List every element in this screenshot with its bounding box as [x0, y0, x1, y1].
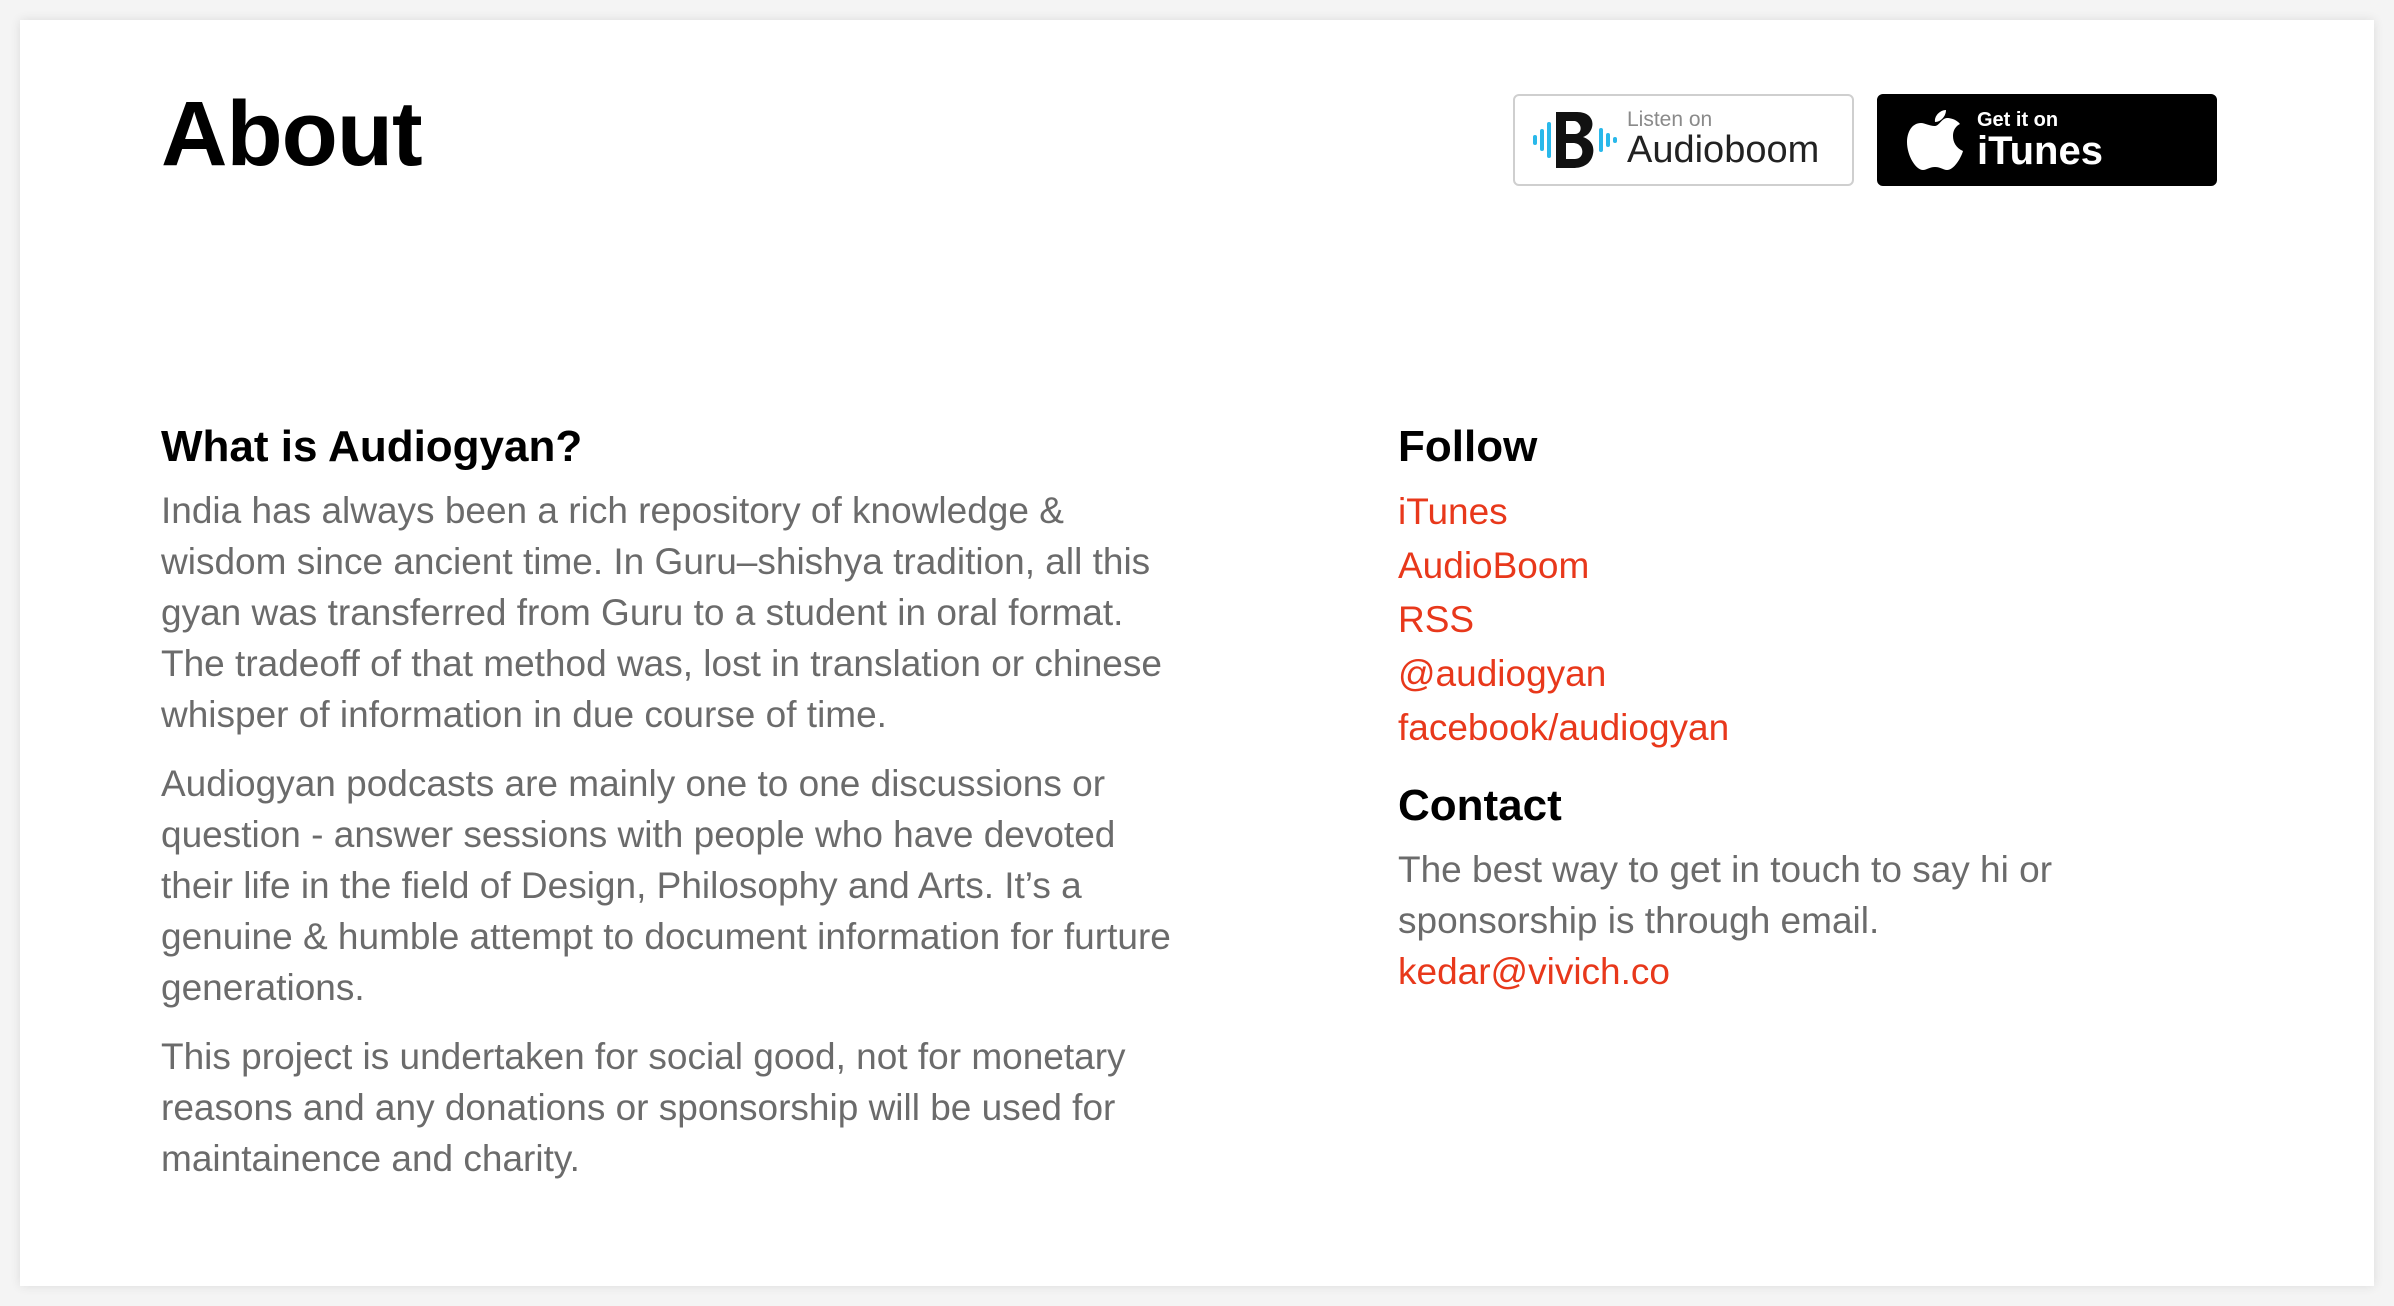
- list-item: facebook/audiogyan: [1398, 701, 2198, 755]
- about-card: About Listen on Audioboom Get it on iTun…: [20, 20, 2374, 1286]
- get-it-on-itunes-button[interactable]: Get it on iTunes: [1877, 94, 2217, 186]
- list-item: AudioBoom: [1398, 539, 2198, 593]
- follow-link-itunes[interactable]: iTunes: [1398, 491, 1508, 532]
- listen-on-audioboom-button[interactable]: Listen on Audioboom: [1513, 94, 1854, 186]
- follow-link-rss[interactable]: RSS: [1398, 599, 1474, 640]
- about-paragraph: This project is undertaken for social go…: [161, 1036, 1126, 1180]
- about-heading: What is Audiogyan?: [161, 422, 583, 471]
- list-item: iTunes: [1398, 485, 2198, 539]
- itunes-badge-big-text: iTunes: [1977, 129, 2103, 173]
- follow-heading: Follow: [1398, 422, 1538, 471]
- contact-heading: Contact: [1398, 781, 1562, 831]
- about-section: What is Audiogyan? India has always been…: [161, 418, 1171, 1202]
- follow-link-audioboom[interactable]: AudioBoom: [1398, 545, 1589, 586]
- follow-contact-section: Follow iTunes AudioBoom RSS @audiogyan f…: [1398, 418, 2198, 997]
- follow-link-twitter[interactable]: @audiogyan: [1398, 653, 1606, 694]
- about-paragraph: India has always been a rich repository …: [161, 490, 1162, 736]
- apple-logo-icon: [1907, 110, 1963, 170]
- page-title: About: [161, 83, 423, 185]
- contact-text: The best way to get in touch to say hi o…: [1398, 849, 2053, 942]
- follow-links: iTunes AudioBoom RSS @audiogyan facebook…: [1398, 485, 2198, 755]
- list-item: @audiogyan: [1398, 647, 2198, 701]
- audioboom-badge-big-text: Audioboom: [1627, 129, 1820, 172]
- itunes-badge-small-text: Get it on: [1977, 109, 2059, 131]
- follow-link-facebook[interactable]: facebook/audiogyan: [1398, 707, 1729, 748]
- list-item: RSS: [1398, 593, 2198, 647]
- audioboom-badge-small-text: Listen on: [1627, 108, 1713, 132]
- audioboom-logo-icon: [1533, 112, 1617, 168]
- about-paragraph: Audiogyan podcasts are mainly one to one…: [161, 763, 1171, 1009]
- contact-email-link[interactable]: kedar@vivich.co: [1398, 946, 2198, 997]
